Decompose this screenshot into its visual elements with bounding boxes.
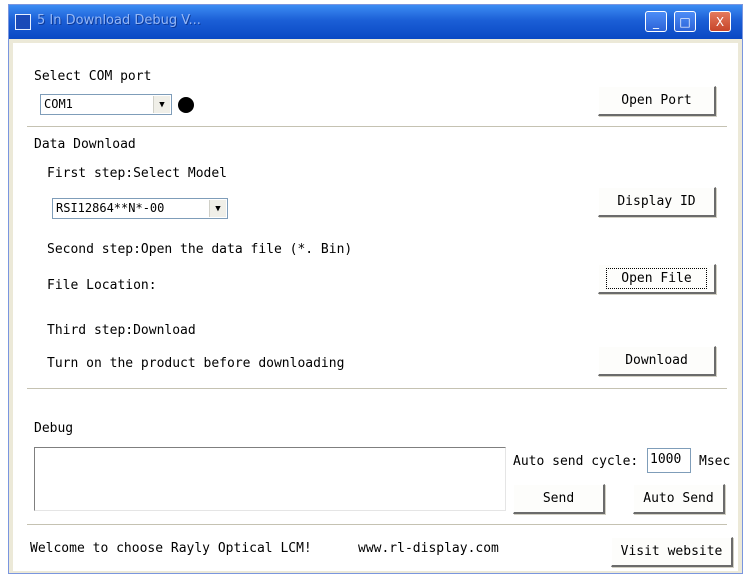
com-port-value: COM1 bbox=[44, 97, 73, 111]
divider bbox=[27, 524, 727, 526]
minimize-button[interactable]: _ bbox=[645, 11, 667, 32]
open-file-button[interactable]: Open File bbox=[598, 264, 716, 294]
chevron-down-icon[interactable]: ▼ bbox=[153, 96, 170, 113]
open-port-label: Open Port bbox=[621, 93, 692, 108]
app-window: 5 In Download Debug V... _ □ X Select CO… bbox=[8, 4, 743, 574]
divider bbox=[27, 126, 727, 128]
download-section-label: Data Download bbox=[34, 137, 136, 152]
minimize-icon: _ bbox=[653, 14, 659, 29]
msec-label: Msec bbox=[699, 454, 731, 469]
turn-on-label: Turn on the product before downloading bbox=[47, 356, 345, 371]
send-button[interactable]: Send bbox=[513, 484, 605, 514]
model-value: RSI12864**N*-00 bbox=[56, 201, 165, 215]
send-label: Send bbox=[542, 491, 575, 506]
port-status-indicator bbox=[178, 97, 194, 113]
cycle-input[interactable]: 1000 bbox=[647, 448, 691, 473]
maximize-button[interactable]: □ bbox=[674, 11, 696, 32]
chevron-down-icon[interactable]: ▼ bbox=[209, 200, 226, 217]
close-icon: X bbox=[715, 14, 725, 29]
debug-log-textbox[interactable] bbox=[34, 447, 506, 511]
debug-section-label: Debug bbox=[34, 421, 74, 436]
auto-send-label: Auto Send bbox=[643, 491, 714, 506]
app-icon bbox=[15, 14, 31, 30]
step2-label: Second step:Open the data file (*. Bin) bbox=[47, 242, 353, 257]
display-id-button[interactable]: Display ID bbox=[598, 187, 716, 217]
step1-label: First step:Select Model bbox=[47, 166, 228, 181]
auto-send-button[interactable]: Auto Send bbox=[633, 484, 725, 514]
step3-label: Third step:Download bbox=[47, 323, 196, 338]
maximize-icon: □ bbox=[679, 14, 691, 29]
welcome-text: Welcome to choose Rayly Optical LCM! bbox=[30, 541, 312, 556]
download-label: Download bbox=[625, 353, 688, 368]
display-id-label: Display ID bbox=[617, 194, 696, 209]
visit-website-button[interactable]: Visit website bbox=[611, 537, 733, 567]
close-button[interactable]: X bbox=[709, 11, 731, 32]
visit-website-label: Visit website bbox=[620, 544, 723, 559]
client-area: Select COM port COM1 ▼ Open Port Data Do… bbox=[13, 43, 738, 571]
title-bar[interactable]: 5 In Download Debug V... _ □ X bbox=[9, 5, 742, 39]
auto-send-cycle-label: Auto send cycle: bbox=[513, 454, 639, 469]
download-button[interactable]: Download bbox=[598, 346, 716, 376]
website-text: www.rl-display.com bbox=[358, 541, 499, 556]
model-select[interactable]: RSI12864**N*-00 ▼ bbox=[52, 198, 228, 219]
open-file-label: Open File bbox=[606, 268, 707, 289]
divider bbox=[27, 388, 727, 390]
open-port-button[interactable]: Open Port bbox=[598, 86, 716, 116]
com-port-select[interactable]: COM1 ▼ bbox=[40, 94, 172, 115]
window-title: 5 In Download Debug V... bbox=[37, 13, 201, 28]
file-location-label: File Location: bbox=[47, 278, 157, 293]
com-section-label: Select COM port bbox=[34, 69, 152, 84]
